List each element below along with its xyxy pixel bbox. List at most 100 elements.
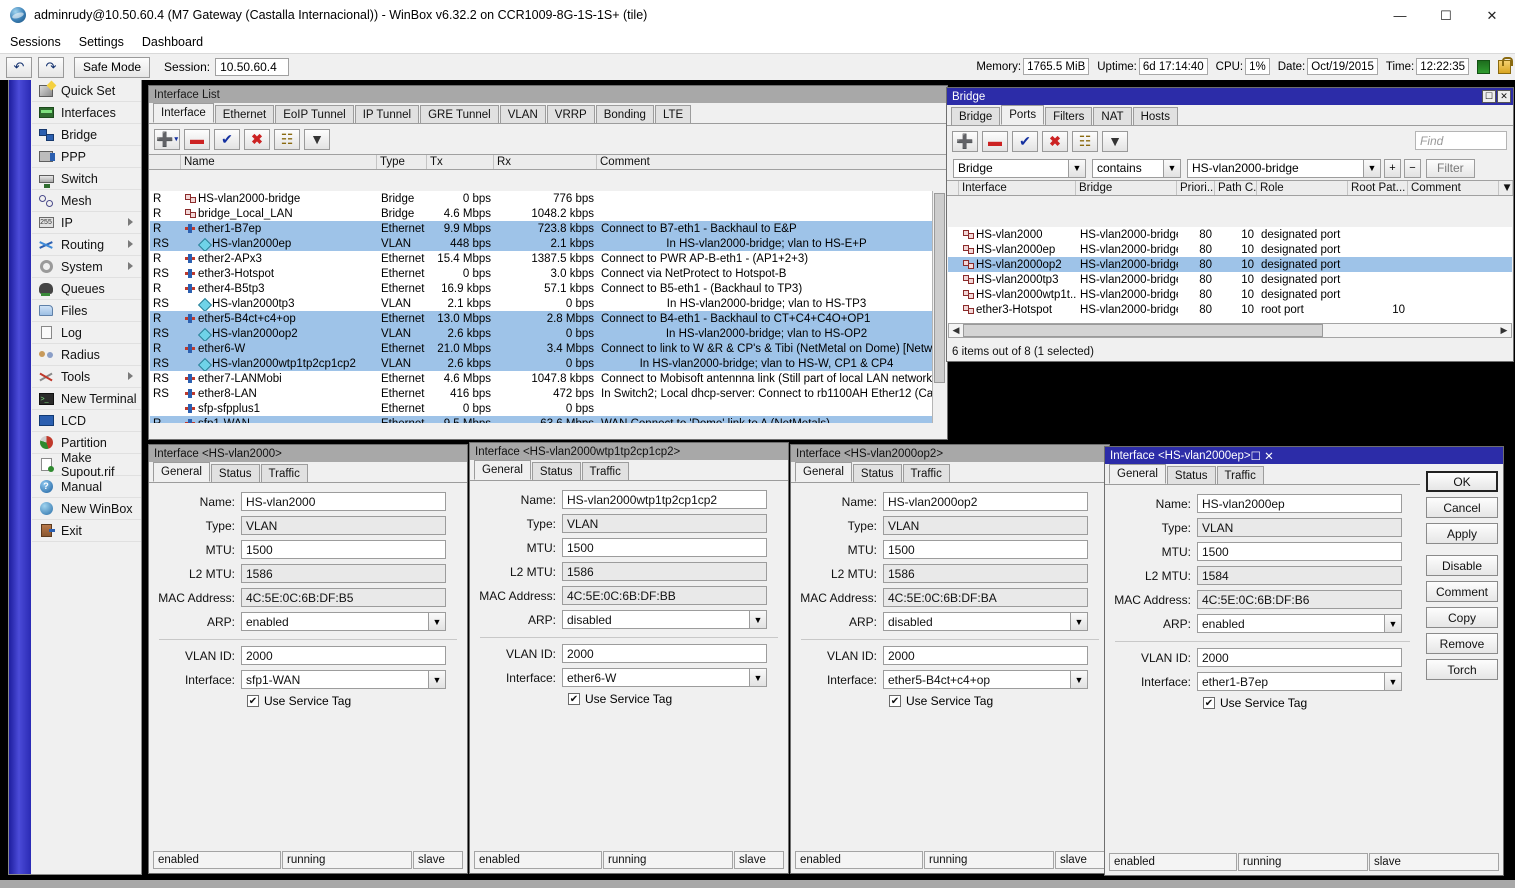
table-row[interactable]: RS HS-vlan2000ep VLAN 448 bps 2.1 kbps In HS-… <box>150 236 932 251</box>
bridge-hscrollbar[interactable]: ◀ ▶ <box>948 323 1512 338</box>
bridge-tab-filters[interactable]: Filters <box>1045 107 1093 125</box>
vlanid-input[interactable]: 2000 <box>562 644 767 663</box>
filter-field-select[interactable]: Bridge <box>953 158 1069 178</box>
mtu-input[interactable]: 1500 <box>883 540 1088 559</box>
col-flags[interactable] <box>149 155 181 169</box>
tab-bonding[interactable]: Bonding <box>595 105 654 123</box>
col-comment[interactable]: Comment <box>597 155 947 169</box>
torch-button[interactable]: Torch <box>1426 659 1498 680</box>
cancel-button[interactable]: Cancel <box>1426 497 1498 518</box>
col-port-comment[interactable]: Comment <box>1408 181 1499 195</box>
table-row[interactable]: RS HS-vlan2000tp3 VLAN 2.1 kbps 0 bps In HS-v… <box>150 296 932 311</box>
mtu-input[interactable]: 1500 <box>1197 542 1402 561</box>
table-row[interactable]: HS-vlan2000wtp1t... HS-vlan2000-bridge 80 1… <box>948 287 1512 302</box>
arp-select[interactable]: disabled <box>562 610 750 629</box>
interface-list-titlebar[interactable]: Interface List <box>149 86 947 103</box>
arp-select[interactable]: enabled <box>1197 614 1385 633</box>
table-row[interactable]: Rether2-APx3 Ethernet 15.4 Mbps 1387.5 kbps… <box>150 251 932 266</box>
menu-sessions[interactable]: Sessions <box>10 35 61 49</box>
sidebar-item-ppp[interactable]: PPP <box>32 146 141 168</box>
comment-port-button[interactable]: ☷ <box>1072 130 1098 152</box>
dlg-tab-general[interactable]: General <box>795 462 852 482</box>
interface-chevron-down-icon[interactable]: ▼ <box>1385 672 1402 691</box>
name-input[interactable]: HS-vlan2000wtp1tp2cp1cp2 <box>562 490 767 509</box>
filter-remove-button[interactable]: − <box>1404 158 1421 178</box>
safe-mode-button[interactable]: Safe Mode <box>74 56 151 78</box>
session-value[interactable]: 10.50.60.4 <box>215 58 290 76</box>
sidebar-item-ip[interactable]: 255 IP <box>32 212 141 234</box>
vlanid-input[interactable]: 2000 <box>241 646 446 665</box>
tab-eoip-tunnel[interactable]: EoIP Tunnel <box>275 105 354 123</box>
tab-ip-tunnel[interactable]: IP Tunnel <box>354 105 420 123</box>
bridge-tab-ports[interactable]: Ports <box>1001 105 1045 125</box>
remove-port-button[interactable]: ▬ <box>982 130 1008 152</box>
table-row[interactable]: sfp-sfpplus1 Ethernet 0 bps 0 bps <box>150 401 932 416</box>
sidebar-item-files[interactable]: Files <box>32 300 141 322</box>
col-name[interactable]: Name <box>181 155 377 169</box>
col-port-bridge[interactable]: Bridge <box>1076 181 1177 195</box>
dlg-tab-general[interactable]: General <box>474 460 531 480</box>
apply-button[interactable]: Apply <box>1426 523 1498 544</box>
disable-button[interactable]: Disable <box>1426 555 1498 576</box>
table-row[interactable]: HS-vlan2000ep HS-vlan2000-bridge 80 10 desig… <box>948 242 1512 257</box>
tab-lte[interactable]: LTE <box>654 105 692 123</box>
sidebar-item-new-winbox[interactable]: New WinBox <box>32 498 141 520</box>
sidebar-item-tools[interactable]: Tools <box>32 366 141 388</box>
vlanid-input[interactable]: 2000 <box>1197 648 1402 667</box>
sidebar-item-mesh[interactable]: Mesh <box>32 190 141 212</box>
dialog-titlebar[interactable]: Interface <HS-vlan2000wtp1tp2cp1cp2> <box>470 443 788 460</box>
table-row[interactable]: RS HS-vlan2000op2 VLAN 2.6 kbps 0 bps In HS-v… <box>150 326 932 341</box>
col-rx[interactable]: Rx <box>494 155 597 169</box>
sidebar-item-log[interactable]: Log <box>32 322 141 344</box>
arp-chevron-down-icon[interactable]: ▼ <box>429 612 446 631</box>
col-tx[interactable]: Tx <box>427 155 494 169</box>
dlg-tab-traffic[interactable]: Traffic <box>902 464 950 482</box>
interface-select[interactable]: ether5-B4ct+c4+op <box>883 670 1071 689</box>
bridge-titlebar[interactable]: Bridge ☐ ✕ <box>947 88 1513 105</box>
dlg-tab-traffic[interactable]: Traffic <box>581 462 629 480</box>
table-row[interactable]: HS-vlan2000op2 HS-vlan2000-bridge 80 10 desi… <box>948 257 1512 272</box>
interface-chevron-down-icon[interactable]: ▼ <box>429 670 446 689</box>
enable-port-button[interactable]: ✔ <box>1012 130 1038 152</box>
menu-dashboard[interactable]: Dashboard <box>142 35 203 49</box>
undo-button[interactable]: ↶ <box>6 56 32 78</box>
filter-operator-select[interactable]: contains <box>1092 158 1164 178</box>
sidebar-item-interfaces[interactable]: Interfaces <box>32 102 141 124</box>
table-row[interactable]: Rether5-B4ct+c4+op Ethernet 13.0 Mbps 2.8 M… <box>150 311 932 326</box>
sidebar-item-exit[interactable]: Exit <box>32 520 141 542</box>
bridge-tab-nat[interactable]: NAT <box>1093 107 1132 125</box>
table-row[interactable]: Rsfp1-WAN Ethernet9.5 Mbps63.6 MbpsWAN Co… <box>150 416 932 423</box>
sidebar-item-switch[interactable]: Switch <box>32 168 141 190</box>
minimize-button[interactable]: — <box>1377 0 1423 31</box>
redo-button[interactable]: ↷ <box>38 56 64 78</box>
bridge-find-input[interactable]: Find <box>1415 131 1507 150</box>
table-row[interactable]: Rether4-B5tp3 Ethernet 16.9 kbps 57.1 kbps C… <box>150 281 932 296</box>
use-service-tag-checkbox[interactable]: ✔ <box>568 693 580 705</box>
table-row[interactable]: RS ether8-LAN Ethernet 416 bps 472 bps In Swi… <box>150 386 932 401</box>
bridge-tab-hosts[interactable]: Hosts <box>1132 107 1178 125</box>
table-row[interactable]: RS HS-vlan2000wtp1tp2cp1cp2 VLAN 2.6 kbps 0 … <box>150 356 932 371</box>
sidebar-item-bridge[interactable]: Bridge <box>32 124 141 146</box>
dlg-tab-general[interactable]: General <box>1109 464 1166 484</box>
tab-interface[interactable]: Interface <box>153 103 214 123</box>
arp-chevron-down-icon[interactable]: ▼ <box>1385 614 1402 633</box>
dlg-tab-traffic[interactable]: Traffic <box>1216 466 1264 484</box>
sidebar-item-queues[interactable]: Queues <box>32 278 141 300</box>
hscroll-right-arrow-icon[interactable]: ▶ <box>1497 325 1511 336</box>
vlanid-input[interactable]: 2000 <box>883 646 1088 665</box>
menu-settings[interactable]: Settings <box>79 35 124 49</box>
table-row[interactable]: Rbridge_Local_LAN Bridge 4.6 Mbps 1048.2 kb… <box>150 206 932 221</box>
tab-vlan[interactable]: VLAN <box>499 105 546 123</box>
use-service-tag-checkbox[interactable]: ✔ <box>247 695 259 707</box>
arp-select[interactable]: enabled <box>241 612 429 631</box>
dlg-tab-status[interactable]: Status <box>852 464 902 482</box>
table-row[interactable]: HS-vlan2000tp3 HS-vlan2000-bridge 80 10 desi… <box>948 272 1512 287</box>
table-row[interactable]: R HS-vlan2000-bridge Bridge 0 bps 776 bps <box>150 191 932 206</box>
tab-ethernet[interactable]: Ethernet <box>214 105 275 123</box>
filter-port-button[interactable]: ▼ <box>1102 130 1128 152</box>
interface-select[interactable]: ether1-B7ep <box>1197 672 1385 691</box>
mtu-input[interactable]: 1500 <box>241 540 446 559</box>
interface-select[interactable]: sfp1-WAN <box>241 670 429 689</box>
name-input[interactable]: HS-vlan2000 <box>241 492 446 511</box>
filter-add-button[interactable]: + <box>1384 158 1401 178</box>
